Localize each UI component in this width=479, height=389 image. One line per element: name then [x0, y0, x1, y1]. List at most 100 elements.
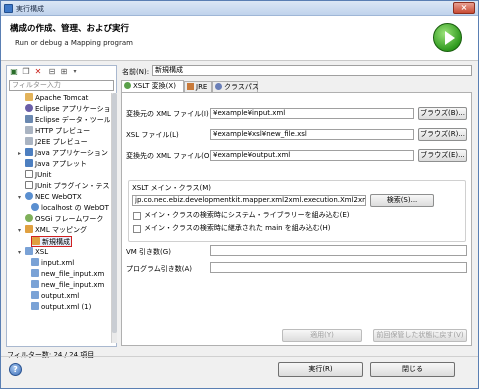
tree-item-output-xml-1[interactable]: output.xml (1) [31, 302, 91, 313]
tree-item-apache-tomcat[interactable]: Apache Tomcat [25, 93, 88, 104]
scrollbar-thumb[interactable] [112, 93, 117, 333]
dialog-window: 実行構成 × 構成の作成、管理、および実行 Run or debug a Map… [0, 0, 479, 389]
apply-button[interactable]: 適用(Y) [282, 329, 362, 342]
java-applet-icon [25, 159, 33, 167]
include-system-libs-checkbox[interactable] [133, 212, 141, 220]
tree-item-java-applet[interactable]: Java アプレット [25, 159, 87, 170]
run-button[interactable]: 実行(R) [278, 362, 363, 377]
close-window-button[interactable]: × [453, 2, 475, 14]
tree-item-osgi[interactable]: OSGi フレームワーク [25, 214, 103, 225]
revert-button[interactable]: 前回保管した状態に戻す(V) [373, 329, 467, 342]
collapse-arrow-icon[interactable]: ▾ [18, 225, 25, 236]
filter-input[interactable]: フィルター入力 [9, 80, 114, 91]
java-app-icon [25, 148, 33, 156]
configuration-tree-panel: ▣ ❐ ✕ ⊟ ⊞ ▾ フィルター入力 Apache Tomcat Eclips… [6, 65, 117, 347]
editor-tabs: XSLT 変換(X) JRE クラスパス [121, 80, 472, 92]
data-tools-icon [25, 115, 33, 123]
http-preview-icon [25, 126, 33, 134]
tree-item-junit-plugin[interactable]: JUnit プラグイン・テス [25, 181, 110, 192]
run-banner-icon [433, 23, 462, 52]
include-system-libs-label: メイン・クラスの検索時にシステム・ライブラリーを組み込む(E) [144, 211, 350, 219]
source-xml-label: 変換元の XML ファイル(I) [126, 110, 209, 118]
search-button[interactable]: 検索(S)... [370, 194, 434, 207]
tree-item-eclipse-app[interactable]: Eclipse アプリケーショ [25, 104, 110, 115]
xsl-file-label: XSL ファイル(L) [126, 131, 179, 139]
xslt-tab-panel: 変換元の XML ファイル(I) ¥example¥input.xml ブラウズ… [121, 92, 472, 346]
classpath-icon [215, 83, 222, 90]
tree-item-new-file-input-1[interactable]: new_file_input.xm [31, 269, 104, 280]
eclipse-icon [25, 104, 33, 112]
jre-icon [187, 83, 194, 90]
xsl-config-icon [31, 258, 39, 266]
tree-scrollbar[interactable] [111, 93, 117, 343]
xslt-icon [124, 82, 131, 89]
name-field[interactable]: 新規構成 [152, 65, 472, 76]
junit-icon [25, 170, 33, 178]
delete-icon[interactable]: ✕ [33, 67, 43, 77]
server-icon [31, 203, 39, 211]
j2ee-preview-icon [25, 137, 33, 145]
include-inherited-main-checkbox[interactable] [133, 225, 141, 233]
tab-jre[interactable]: JRE [184, 81, 212, 92]
program-args-label: プログラム引き数(A) [126, 265, 193, 273]
tree-item-java-application[interactable]: ▸ Java アプリケーション [18, 148, 108, 159]
source-xml-field[interactable]: ¥example¥input.xml [210, 108, 414, 119]
browse-target-button[interactable]: ブラウズ(E)... [418, 149, 467, 162]
duplicate-icon[interactable]: ❐ [21, 67, 31, 77]
tree-item-http-preview[interactable]: HTTP プレビュー [25, 126, 90, 137]
xsl-icon [25, 247, 33, 255]
close-button[interactable]: 閉じる [370, 362, 455, 377]
vm-args-field[interactable] [210, 245, 467, 256]
vm-args-label: VM 引き数(G) [126, 248, 171, 256]
title-bar: 実行構成 × [1, 1, 478, 16]
mapping-config-icon [32, 237, 40, 245]
app-icon [4, 4, 13, 13]
target-xml-label: 変換先の XML ファイル(O) [126, 152, 213, 160]
program-args-field[interactable] [210, 262, 467, 273]
tree-item-localhost-webotx[interactable]: localhost の WebOT [31, 203, 109, 214]
tree-item-new-config[interactable]: 新規構成 [31, 236, 72, 247]
filter-icon[interactable]: ⊞ [59, 67, 69, 77]
collapse-all-icon[interactable]: ⊟ [47, 67, 57, 77]
xsl-config-icon [31, 280, 39, 288]
tree-item-input-xml[interactable]: input.xml [31, 258, 74, 269]
tree-item-xml-mapping[interactable]: ▾ XML マッピング [18, 225, 87, 236]
xml-mapping-icon [25, 225, 33, 233]
tree-item-nec-webotx[interactable]: ▾ NEC WebOTX [18, 192, 82, 203]
tree-item-eclipse-data-tools[interactable]: Eclipse データ・ツール [25, 115, 110, 126]
browse-source-button[interactable]: ブラウズ(B)... [418, 107, 467, 120]
tree-item-j2ee-preview[interactable]: J2EE プレビュー [25, 137, 88, 148]
header-title: 構成の作成、管理、および実行 [10, 24, 130, 34]
expand-arrow-icon[interactable]: ▸ [18, 148, 25, 159]
tab-xslt-transform[interactable]: XSLT 変換(X) [121, 80, 184, 92]
webotx-icon [25, 192, 33, 200]
browse-xsl-button[interactable]: ブラウズ(R)... [418, 128, 467, 141]
osgi-icon [25, 214, 33, 222]
xsl-config-icon [31, 269, 39, 277]
header-subtitle: Run or debug a Mapping program [15, 39, 133, 47]
new-config-icon[interactable]: ▣ [9, 67, 19, 77]
target-xml-field[interactable]: ¥example¥output.xml [210, 150, 414, 161]
tomcat-icon [25, 93, 33, 101]
tree-item-output-xml[interactable]: output.xml [31, 291, 79, 302]
main-class-group: XSLT メイン・クラス(M) jp.co.nec.ebiz.developme… [128, 180, 466, 242]
configuration-editor: 名前(N): 新規構成 XSLT 変換(X) JRE クラスパス 変換元の XM… [121, 65, 473, 347]
main-class-field[interactable]: jp.co.nec.ebiz.developmentkit.mapper.xml… [132, 195, 366, 206]
tab-classpath[interactable]: クラスパス [212, 81, 259, 92]
tree-item-new-file-input-2[interactable]: new_file_input.xm [31, 280, 104, 291]
name-label: 名前(N): [122, 68, 150, 76]
tree-item-xsl[interactable]: ▾ XSL [18, 247, 48, 258]
view-menu-icon[interactable]: ▾ [70, 67, 80, 77]
junit-plugin-icon [25, 181, 33, 189]
dialog-header: 構成の作成、管理、および実行 Run or debug a Mapping pr… [1, 16, 478, 61]
collapse-arrow-icon[interactable]: ▾ [18, 247, 25, 258]
window-title: 実行構成 [16, 5, 44, 13]
footer-separator [1, 356, 478, 357]
tree-item-junit[interactable]: JUnit [25, 170, 51, 181]
configuration-tree: Apache Tomcat Eclipse アプリケーショ Eclipse デー… [7, 93, 110, 346]
help-icon[interactable]: ? [9, 363, 22, 376]
xsl-file-field[interactable]: ¥example¥xsl¥new_file.xsl [210, 129, 414, 140]
xsl-config-icon [31, 291, 39, 299]
tree-toolbar: ▣ ❐ ✕ ⊟ ⊞ ▾ [9, 67, 109, 79]
collapse-arrow-icon[interactable]: ▾ [18, 192, 25, 203]
